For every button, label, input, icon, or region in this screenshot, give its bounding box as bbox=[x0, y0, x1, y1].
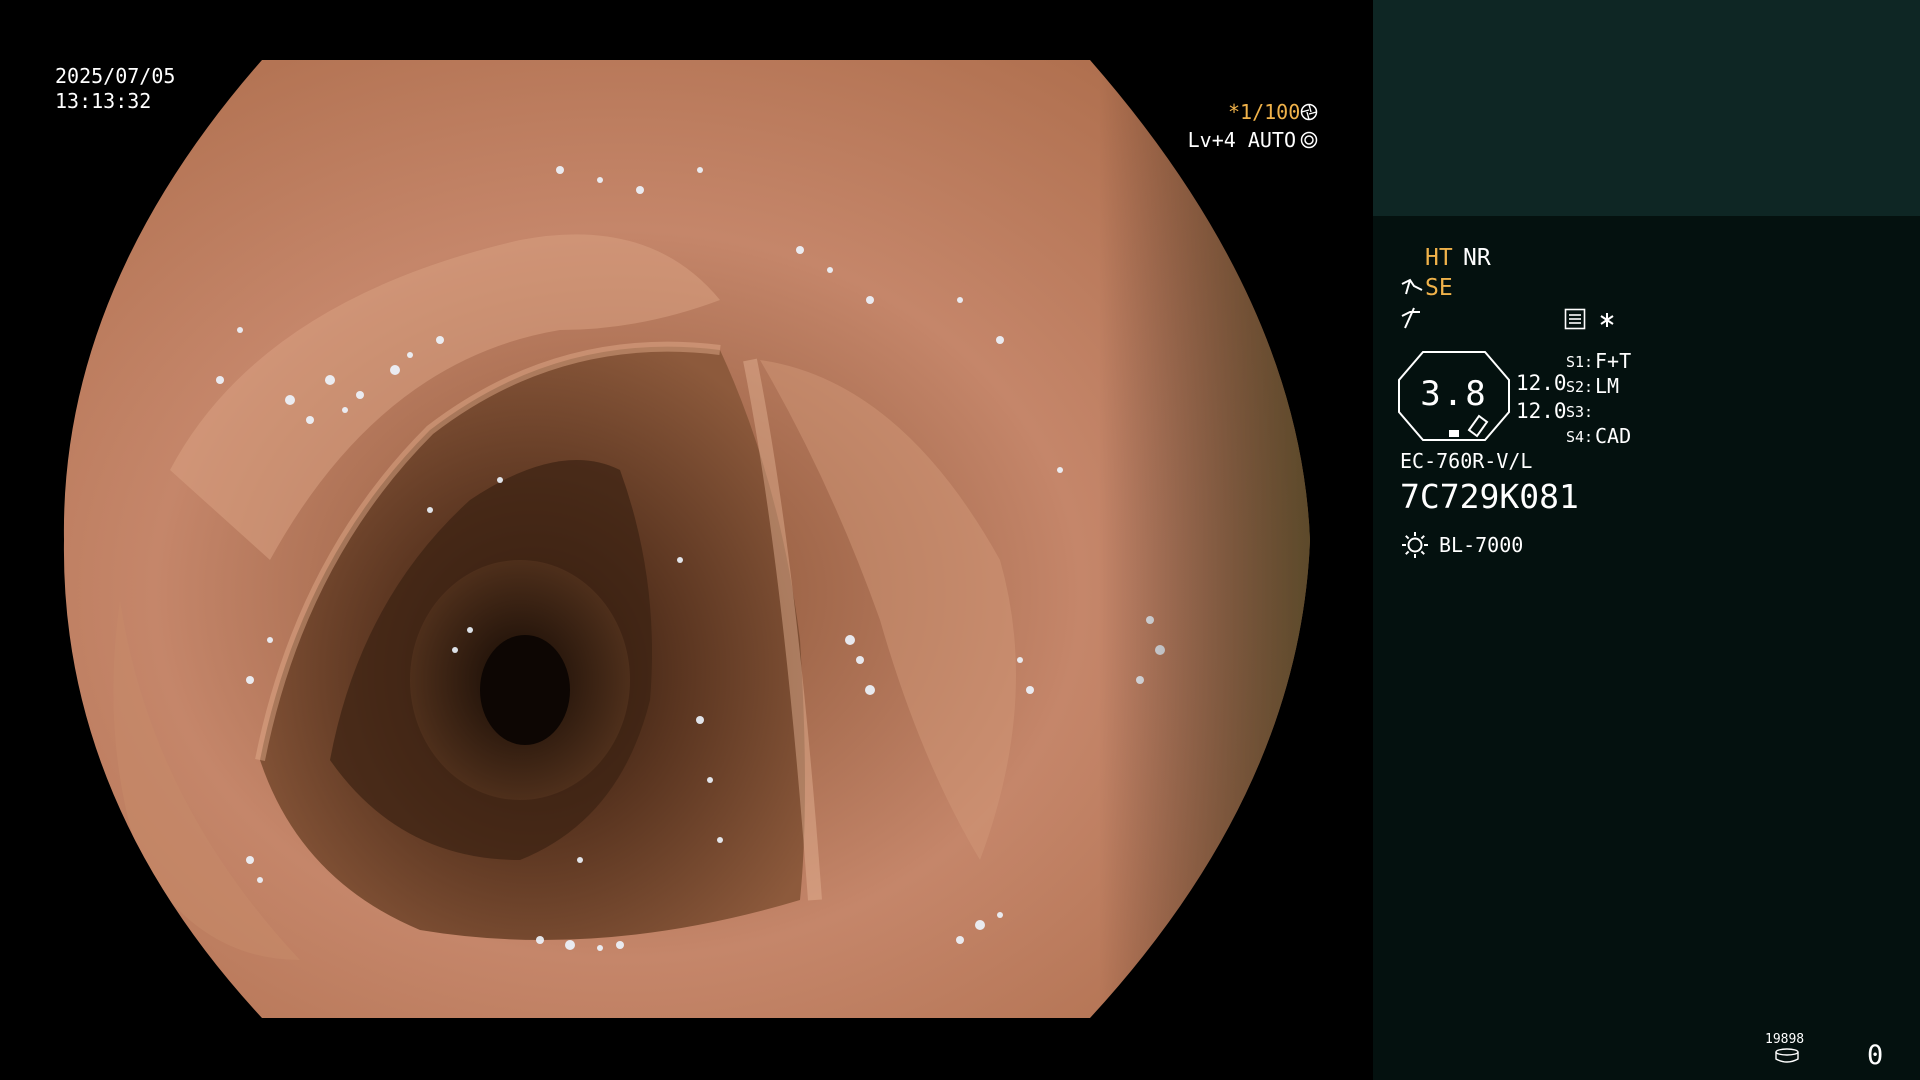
scope-serial: 7C729K081 bbox=[1400, 477, 1579, 516]
scope-model: EC-760R-V/L bbox=[1400, 449, 1533, 473]
readout-value-2: 12.0 bbox=[1516, 399, 1567, 423]
endoscopic-view bbox=[63, 60, 1310, 1018]
exposure-level-label: Lv+4 AUTO bbox=[1187, 128, 1296, 152]
storage-icon bbox=[1775, 1048, 1799, 1063]
patient-info-area bbox=[1373, 0, 1920, 216]
image-counter: 0 bbox=[1867, 1040, 1884, 1071]
ht-indicator: HT bbox=[1425, 245, 1453, 271]
readout-value-1: 12.0 bbox=[1516, 371, 1567, 395]
switch-3-label: S3: bbox=[1566, 403, 1594, 421]
switch-4-label: S4: bbox=[1566, 428, 1594, 446]
signal-icon bbox=[1401, 307, 1420, 329]
asterisk-icon bbox=[1600, 313, 1614, 327]
settings-menu-icon bbox=[1564, 308, 1586, 330]
zoom-value: 3.8 bbox=[1420, 374, 1488, 414]
nr-indicator: NR bbox=[1463, 245, 1491, 271]
switch-2-label: S2: bbox=[1566, 378, 1594, 396]
se-indicator: SE bbox=[1425, 275, 1453, 301]
storage-count: 19898 bbox=[1765, 1032, 1805, 1047]
auto-exposure-icon bbox=[1300, 131, 1318, 149]
switch-1-value: F+T bbox=[1595, 349, 1632, 373]
light-source-label: BL-7000 bbox=[1439, 533, 1524, 557]
cable-icon bbox=[1401, 278, 1423, 295]
info-panel: HT NR SE 3.8 12.0 12.0 S1: F+T S2: LM S3… bbox=[1373, 0, 1920, 1080]
date-label: 2025/07/05 bbox=[55, 64, 176, 88]
shutter-speed-label: *1/100 bbox=[1228, 100, 1301, 124]
light-source-icon bbox=[1402, 532, 1428, 558]
shutter-icon bbox=[1300, 103, 1318, 121]
endoscope-video-area: 2025/07/05 13:13:32 *1/100 Lv+4 AUTO bbox=[0, 0, 1373, 1080]
time-label: 13:13:32 bbox=[55, 89, 152, 113]
switch-2-value: LM bbox=[1595, 374, 1620, 398]
switch-4-value: CAD bbox=[1595, 424, 1632, 448]
switch-1-label: S1: bbox=[1566, 353, 1594, 371]
